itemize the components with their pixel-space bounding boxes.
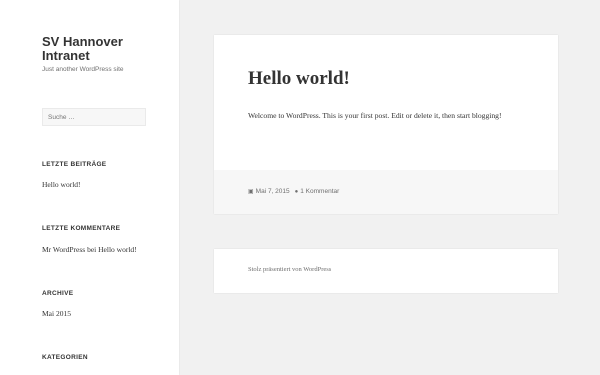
site-title[interactable]: SV Hannover Intranet <box>42 35 162 63</box>
comment-icon: ● <box>294 188 299 195</box>
widget-title-archives: ARCHIVE <box>42 290 74 297</box>
post-card: Hello world! Welcome to WordPress. This … <box>214 35 558 214</box>
widget-title-categories: KATEGORIEN <box>42 354 88 361</box>
calendar-icon: ▣ <box>248 189 254 195</box>
recent-comment: Mr WordPress bei Hello world! <box>42 245 137 254</box>
widget-title-recent-posts: LETZTE BEITRÄGE <box>42 161 107 168</box>
post-meta-footer: ▣ Mai 7, 2015 ● 1 Kommentar <box>214 170 558 214</box>
post-content: Welcome to WordPress. This is your first… <box>248 111 502 120</box>
post-comments-link[interactable]: 1 Kommentar <box>300 188 339 195</box>
comment-post-link[interactable]: Hello world! <box>98 245 137 254</box>
site-description: Just another WordPress site <box>42 66 124 73</box>
site-footer: Stolz präsentiert von WordPress <box>214 249 558 293</box>
comment-author-link[interactable]: Mr WordPress <box>42 245 85 254</box>
widget-title-recent-comments: LETZTE KOMMENTARE <box>42 225 121 232</box>
post-date-link[interactable]: Mai 7, 2015 <box>256 188 290 195</box>
recent-post-link[interactable]: Hello world! <box>42 180 81 189</box>
post-meta: ▣ Mai 7, 2015 ● 1 Kommentar <box>248 188 339 195</box>
post-title[interactable]: Hello world! <box>248 68 350 90</box>
archive-link[interactable]: Mai 2015 <box>42 309 71 318</box>
footer-credit-link[interactable]: Stolz präsentiert von WordPress <box>248 266 331 273</box>
search-input[interactable] <box>42 108 146 126</box>
sidebar: SV Hannover Intranet Just another WordPr… <box>0 0 179 375</box>
comment-connector: bei <box>87 245 97 254</box>
